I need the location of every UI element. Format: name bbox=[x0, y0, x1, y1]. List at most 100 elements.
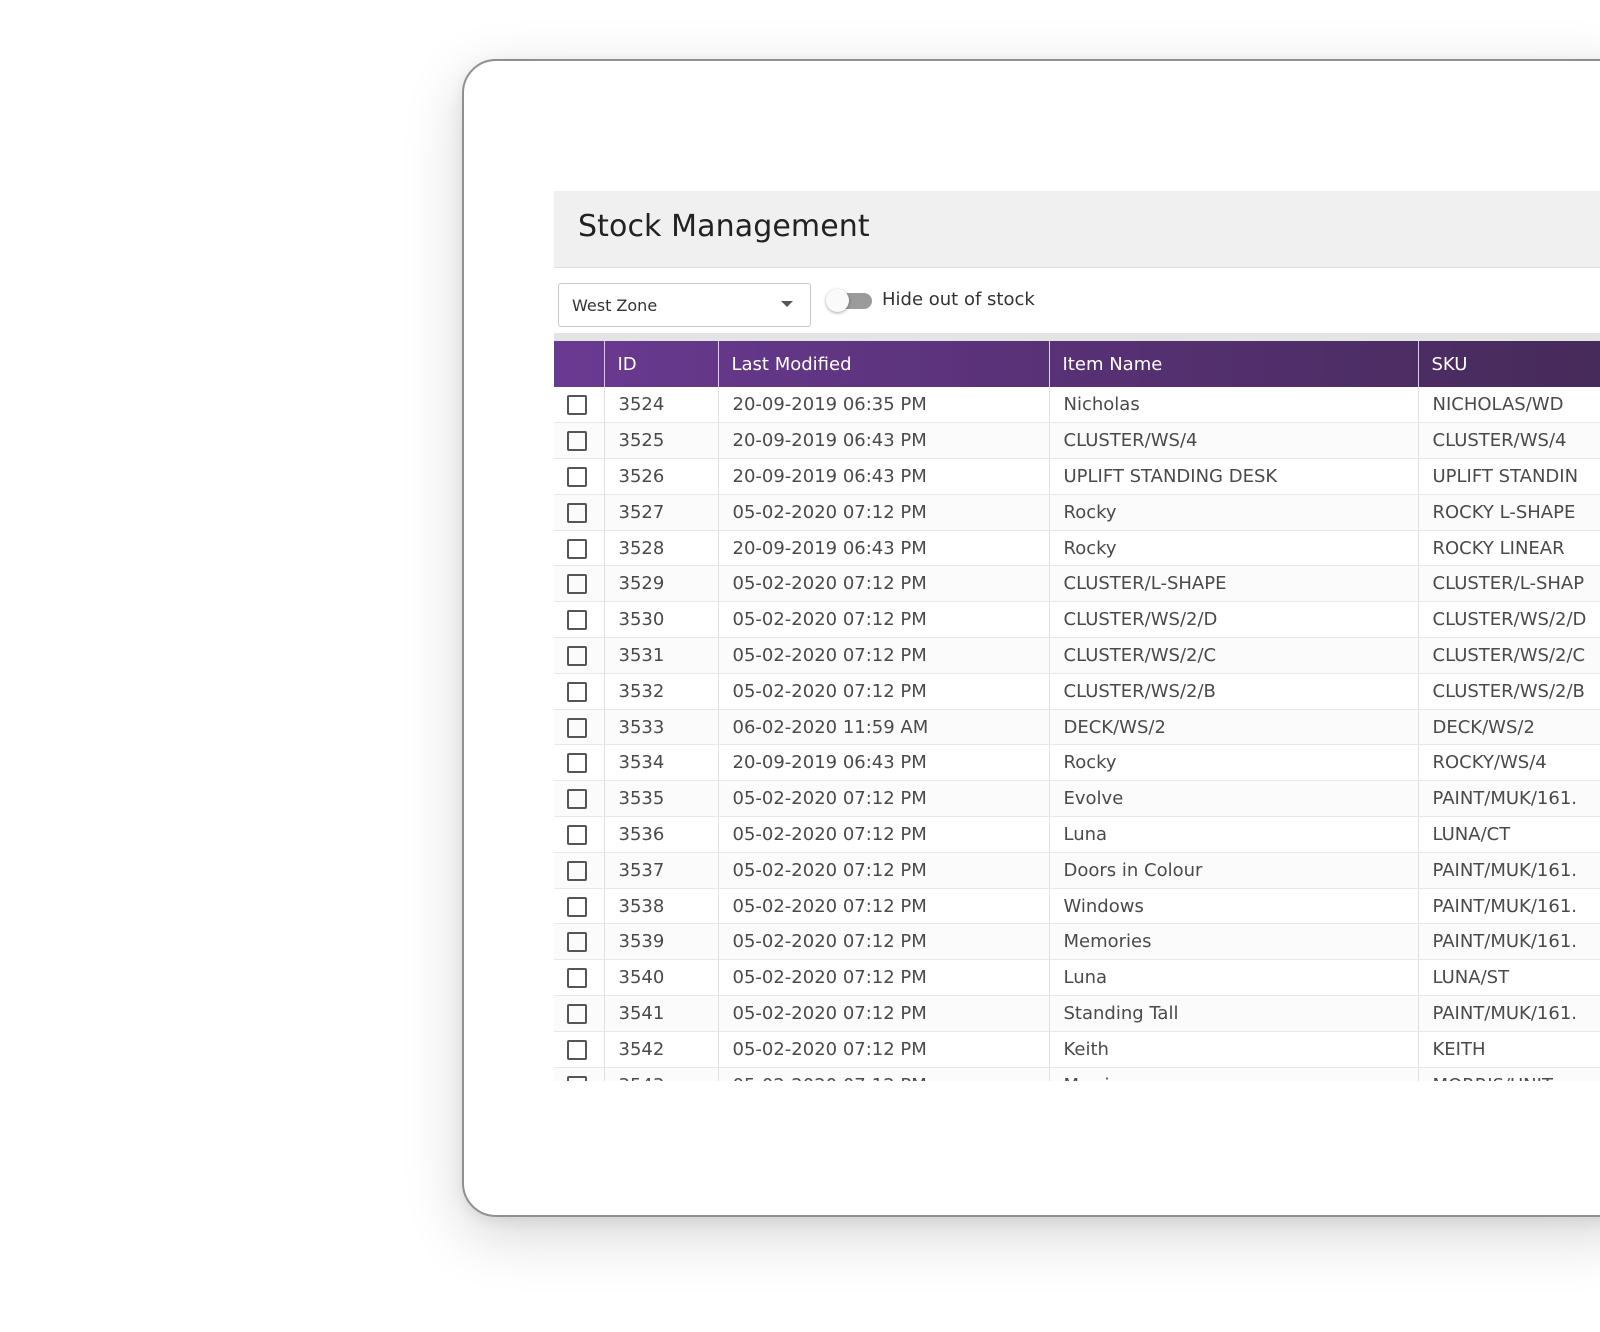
table-row[interactable]: 3528 20-09-2019 06:43 PM Rocky ROCKY LINEAR bbox=[554, 530, 1600, 567]
cell-item-name: Evolve bbox=[1048, 780, 1418, 818]
row-select-cell bbox=[554, 780, 604, 818]
row-checkbox[interactable] bbox=[567, 1039, 587, 1060]
table-row[interactable]: 3525 20-09-2019 06:43 PM CLUSTER/WS/4 CLUST… bbox=[554, 422, 1600, 460]
table-row[interactable]: 3535 05-02-2020 07:12 PM Evolve PAINT/MUK/1… bbox=[554, 780, 1600, 818]
row-select-cell bbox=[554, 709, 604, 746]
cell-sku: PAINT/MUK/161. bbox=[1417, 780, 1600, 818]
row-select-cell bbox=[554, 494, 604, 531]
table-header-row: ID Last Modified Item Name SKU bbox=[554, 341, 1600, 387]
zone-select[interactable]: West Zone bbox=[558, 283, 811, 327]
table-row[interactable]: 3529 05-02-2020 07:12 PM CLUSTER/L-SHAPE CL… bbox=[554, 565, 1600, 603]
row-checkbox[interactable] bbox=[567, 968, 587, 989]
device-frame: Stock Management West Zone Hide out of s… bbox=[462, 59, 1600, 1217]
column-header-last-modified[interactable]: Last Modified bbox=[717, 341, 1049, 387]
table-row[interactable]: 3531 05-02-2020 07:12 PM CLUSTER/WS/2/C CLU… bbox=[554, 637, 1600, 674]
row-checkbox[interactable] bbox=[567, 395, 587, 416]
cell-sku: CLUSTER/WS/2/C bbox=[1417, 637, 1600, 674]
row-checkbox[interactable] bbox=[567, 538, 587, 559]
column-header-id[interactable]: ID bbox=[603, 341, 718, 387]
table-row[interactable]: 3533 06-02-2020 11:59 AM DECK/WS/2 DECK/WS/… bbox=[554, 709, 1600, 746]
cell-item-name: UPLIFT STANDING DESK bbox=[1048, 458, 1418, 495]
title-bar: Stock Management bbox=[554, 191, 1600, 268]
table-row[interactable]: 3532 05-02-2020 07:12 PM CLUSTER/WS/2/B CLU… bbox=[554, 673, 1600, 710]
table-row[interactable]: 3530 05-02-2020 07:12 PM CLUSTER/WS/2/D CLU… bbox=[554, 601, 1600, 639]
cell-last-modified: 05-02-2020 07:12 PM bbox=[717, 780, 1049, 818]
cell-item-name: Rocky bbox=[1048, 494, 1418, 531]
table-row[interactable]: 3526 20-09-2019 06:43 PM UPLIFT STANDING D… bbox=[554, 458, 1600, 495]
table-row[interactable]: 3541 05-02-2020 07:12 PM Standing Tall PAIN… bbox=[554, 995, 1600, 1032]
cell-sku: PAINT/MUK/161. bbox=[1417, 888, 1600, 925]
cell-id: 3530 bbox=[603, 601, 718, 639]
table-body: 3524 20-09-2019 06:35 PM Nicholas NICHOLAS/… bbox=[554, 387, 1600, 1081]
stock-table: ID Last Modified Item Name SKU 3524 20-09… bbox=[554, 341, 1600, 1081]
table-row[interactable]: 3524 20-09-2019 06:35 PM Nicholas NICHOLAS/… bbox=[554, 387, 1600, 424]
table-row[interactable]: 3536 05-02-2020 07:12 PM Luna LUNA/CT bbox=[554, 816, 1600, 853]
cell-item-name: CLUSTER/WS/2/C bbox=[1048, 637, 1418, 674]
row-select-cell bbox=[554, 565, 604, 603]
table-row[interactable]: 354305-02-2020 07:12 PMMorrisMORRIS/UNIT bbox=[554, 1067, 1600, 1081]
cell-sku: CLUSTER/WS/2/D bbox=[1417, 601, 1600, 639]
cell-id: 3533 bbox=[603, 709, 718, 746]
table-row[interactable]: 3540 05-02-2020 07:12 PM Luna LUNA/ST bbox=[554, 959, 1600, 997]
cell-sku: PAINT/MUK/161. bbox=[1417, 923, 1600, 961]
cell-item-name: Luna bbox=[1048, 959, 1418, 997]
table-row[interactable]: 3534 20-09-2019 06:43 PM Rocky ROCKY/WS/4 bbox=[554, 744, 1600, 782]
cell-last-modified: 05-02-2020 07:12 PM bbox=[717, 494, 1049, 531]
cell-sku: CLUSTER/WS/2/B bbox=[1417, 673, 1600, 710]
column-header-sku[interactable]: SKU bbox=[1417, 341, 1600, 387]
column-header-item-name[interactable]: Item Name bbox=[1048, 341, 1418, 387]
row-checkbox[interactable] bbox=[567, 753, 587, 774]
cell-item-name: Memories bbox=[1048, 923, 1418, 961]
column-header-select[interactable] bbox=[554, 341, 604, 387]
cell-sku: DECK/WS/2 bbox=[1417, 709, 1600, 746]
table-row[interactable]: 3542 05-02-2020 07:12 PM Keith KEITH bbox=[554, 1031, 1600, 1068]
row-checkbox[interactable] bbox=[567, 896, 587, 917]
cell-id: 3540 bbox=[603, 959, 718, 997]
hide-out-of-stock-label: Hide out of stock bbox=[882, 289, 1035, 310]
row-checkbox[interactable] bbox=[567, 574, 587, 595]
cell-id: 3537 bbox=[603, 852, 718, 889]
table-row[interactable]: 3539 05-02-2020 07:12 PM Memories PAINT/MUK… bbox=[554, 923, 1600, 961]
cell-sku: NICHOLAS/WD bbox=[1417, 387, 1600, 424]
row-checkbox[interactable] bbox=[567, 645, 587, 666]
row-checkbox[interactable] bbox=[567, 1003, 587, 1024]
row-checkbox[interactable] bbox=[567, 681, 587, 702]
row-checkbox[interactable] bbox=[567, 824, 587, 845]
cell-item-name: CLUSTER/WS/2/D bbox=[1048, 601, 1418, 639]
cell-last-modified: 20-09-2019 06:43 PM bbox=[717, 422, 1049, 460]
table-row[interactable]: 3538 05-02-2020 07:12 PM Windows PAINT/MUK/… bbox=[554, 888, 1600, 925]
cell-sku: ROCKY LINEAR bbox=[1417, 530, 1600, 567]
cell-last-modified: 20-09-2019 06:43 PM bbox=[717, 744, 1049, 782]
cell-last-modified: 20-09-2019 06:43 PM bbox=[717, 458, 1049, 495]
page-title: Stock Management bbox=[578, 209, 870, 244]
row-select-cell bbox=[554, 1067, 604, 1081]
row-select-cell bbox=[554, 852, 604, 889]
row-checkbox[interactable] bbox=[567, 502, 587, 523]
row-checkbox[interactable] bbox=[567, 789, 587, 810]
row-checkbox[interactable] bbox=[567, 466, 587, 487]
row-select-cell bbox=[554, 601, 604, 639]
row-select-cell bbox=[554, 888, 604, 925]
row-checkbox[interactable] bbox=[567, 860, 587, 881]
table-row[interactable]: 3527 05-02-2020 07:12 PM Rocky ROCKY L-SHAP… bbox=[554, 494, 1600, 531]
row-checkbox[interactable] bbox=[567, 932, 587, 953]
table-row[interactable]: 3537 05-02-2020 07:12 PM Doors in Colour PA… bbox=[554, 852, 1600, 889]
row-checkbox[interactable] bbox=[567, 1075, 587, 1081]
row-checkbox[interactable] bbox=[567, 610, 587, 631]
zone-select-value: West Zone bbox=[572, 296, 658, 315]
cell-id: 3526 bbox=[603, 458, 718, 495]
row-checkbox[interactable] bbox=[567, 431, 587, 452]
cell-item-name: CLUSTER/WS/2/B bbox=[1048, 673, 1418, 710]
row-select-cell bbox=[554, 744, 604, 782]
cell-id: 3543 bbox=[603, 1067, 718, 1081]
hide-out-of-stock-toggle[interactable] bbox=[826, 289, 872, 312]
cell-id: 3532 bbox=[603, 673, 718, 710]
row-select-cell bbox=[554, 923, 604, 961]
cell-item-name: Windows bbox=[1048, 888, 1418, 925]
row-checkbox[interactable] bbox=[567, 717, 587, 738]
cell-sku: MORRIS/UNIT bbox=[1417, 1067, 1600, 1081]
cell-last-modified: 05-02-2020 07:12 PM bbox=[717, 565, 1049, 603]
cell-last-modified: 05-02-2020 07:12 PM bbox=[717, 816, 1049, 853]
toolbar: West Zone Hide out of stock bbox=[554, 268, 1600, 333]
cell-id: 3531 bbox=[603, 637, 718, 674]
